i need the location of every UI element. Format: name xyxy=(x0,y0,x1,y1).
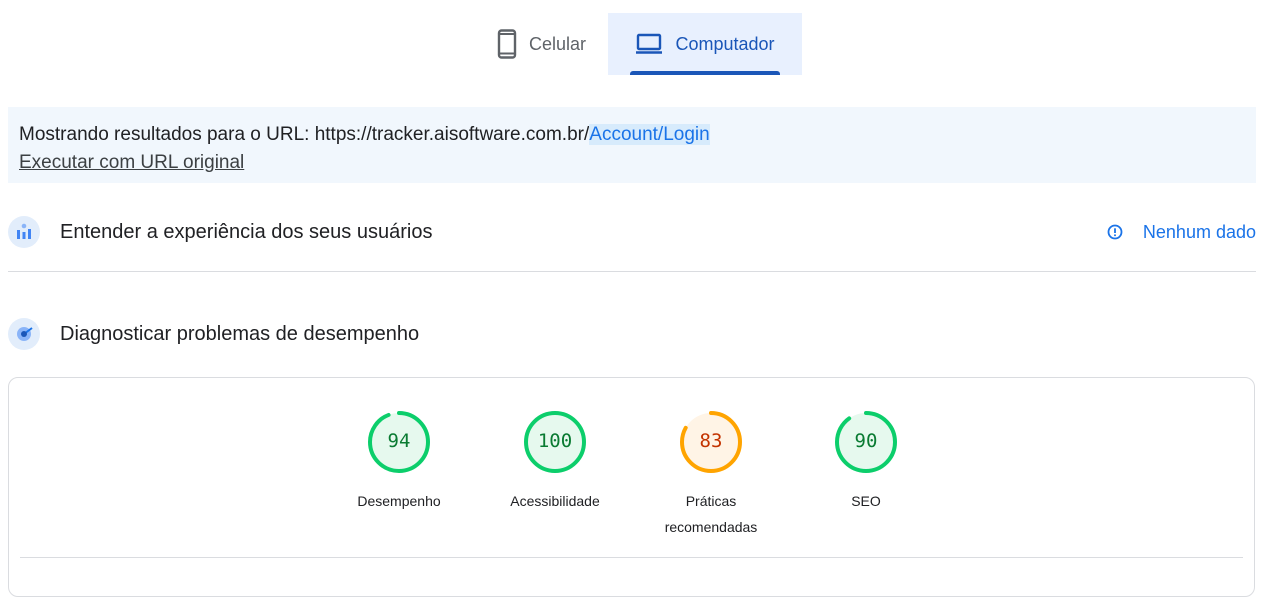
score-label-line2: recomendadas xyxy=(664,519,758,535)
smartphone-icon xyxy=(497,29,517,59)
field-data-title: Entender a experiência dos seus usuários xyxy=(60,220,433,243)
score-gauge-accessibility[interactable]: 100 Acessibilidade xyxy=(495,410,615,514)
score-gauge-seo[interactable]: 90 SEO xyxy=(806,410,926,514)
no-data-status[interactable]: Nenhum dado xyxy=(1107,222,1256,243)
lab-data-title: Diagnosticar problemas de desempenho xyxy=(60,322,420,345)
score-gauge-best-practices[interactable]: 83 Práticas recomendadas xyxy=(651,410,771,540)
lighthouse-icon xyxy=(8,318,40,350)
lab-data-section: Diagnosticar problemas de desempenho xyxy=(8,318,1256,350)
score-value: 90 xyxy=(854,430,878,452)
field-data-section: Entender a experiência dos seus usuários… xyxy=(8,216,1256,248)
scores-card: 94 Desempenho 100 Acessibilidade 83 Prát… xyxy=(8,377,1255,597)
score-label: Acessibilidade xyxy=(510,493,600,509)
section-divider xyxy=(8,271,1256,272)
score-value: 100 xyxy=(537,430,573,452)
url-banner: Mostrando resultados para o URL: https:/… xyxy=(8,107,1256,183)
no-data-label: Nenhum dado xyxy=(1142,221,1256,242)
device-tabs: Celular Computador xyxy=(466,13,802,75)
crux-chart-icon xyxy=(8,216,40,248)
url-line: Mostrando resultados para o URL: https:/… xyxy=(19,121,1245,149)
url-prefix: Mostrando resultados para o URL: https:/… xyxy=(19,124,590,145)
tab-desktop[interactable]: Computador xyxy=(608,13,802,75)
score-value: 83 xyxy=(699,430,723,452)
info-icon xyxy=(1107,224,1123,240)
card-divider xyxy=(20,557,1243,558)
score-label: SEO xyxy=(851,493,881,509)
tab-mobile-label: Celular xyxy=(528,33,586,54)
score-value: 94 xyxy=(387,430,411,452)
laptop-icon xyxy=(635,33,663,55)
score-label: Práticas recomendadas xyxy=(651,488,771,540)
score-label: Desempenho xyxy=(357,493,441,509)
score-label-line1: Práticas xyxy=(685,493,737,509)
score-gauge-performance[interactable]: 94 Desempenho xyxy=(339,410,459,514)
run-original-url-link[interactable]: Executar com URL original xyxy=(19,152,244,173)
tab-mobile[interactable]: Celular xyxy=(466,13,608,75)
tab-desktop-label: Computador xyxy=(675,33,775,54)
url-path-highlight: Account/Login xyxy=(589,124,710,145)
